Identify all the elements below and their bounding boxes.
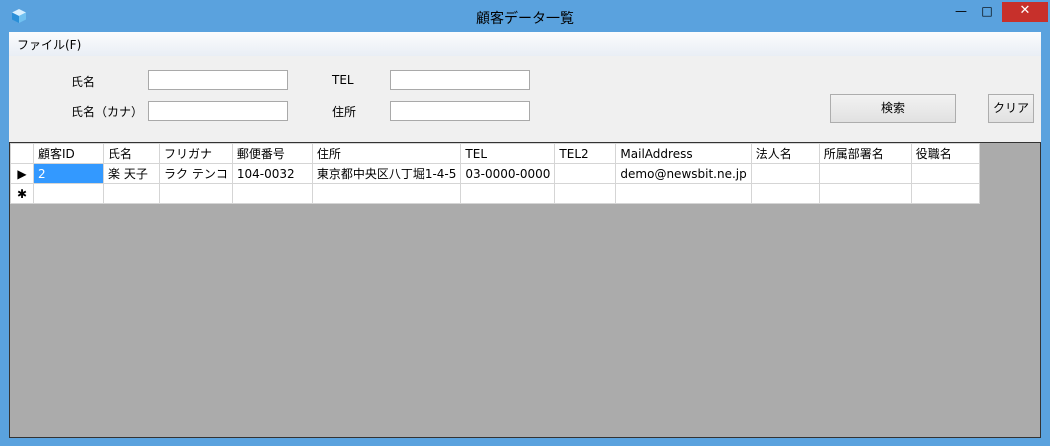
table-cell[interactable]: 楽 天子 [103, 163, 160, 184]
customer-grid[interactable]: 顧客ID 氏名 フリガナ 郵便番号 住所 TEL TEL2 MailAddres… [9, 142, 1041, 438]
column-header[interactable]: MailAddress [615, 143, 752, 164]
column-header[interactable]: 郵便番号 [231, 143, 313, 164]
name-label: 氏名 [71, 75, 96, 89]
column-header[interactable]: 法人名 [750, 143, 820, 164]
table-cell[interactable] [818, 183, 912, 204]
main-window: 顧客データ一覧 — □ ✕ ファイル(F) 氏名 氏名（カナ） TEL 住所 検… [0, 0, 1050, 446]
table-cell[interactable] [460, 183, 556, 204]
table-row[interactable]: ▶ 2 楽 天子 ラク テンコ 104-0032 東京都中央区八丁堀1-4-5 … [10, 163, 980, 184]
menu-file[interactable]: ファイル(F) [17, 36, 81, 53]
table-cell[interactable] [910, 183, 980, 204]
table-cell[interactable] [910, 163, 980, 184]
name-input[interactable] [148, 70, 288, 90]
close-button[interactable]: ✕ [1002, 2, 1048, 22]
column-header[interactable]: 役職名 [910, 143, 980, 164]
table-cell[interactable]: demo@newsbit.ne.jp [615, 163, 752, 184]
column-header[interactable]: TEL2 [554, 143, 617, 164]
table-cell[interactable] [554, 163, 617, 184]
address-label: 住所 [332, 105, 357, 119]
minimize-button[interactable]: — [948, 2, 974, 22]
column-header[interactable]: 氏名 [103, 143, 160, 164]
kana-label: 氏名（カナ） [71, 105, 144, 119]
corner-header[interactable] [10, 143, 34, 164]
table-cell[interactable] [231, 183, 313, 204]
clear-button[interactable]: クリア [988, 94, 1034, 123]
table-cell[interactable] [750, 183, 820, 204]
column-header[interactable]: フリガナ [159, 143, 233, 164]
new-row-indicator-icon[interactable]: ✱ [10, 183, 34, 204]
column-header[interactable]: 住所 [311, 143, 462, 164]
tel-input[interactable] [390, 70, 530, 90]
current-row-indicator-icon[interactable]: ▶ [10, 163, 34, 184]
table-cell[interactable] [750, 163, 820, 184]
tel-label: TEL [332, 73, 354, 87]
menu-bar: ファイル(F) [9, 32, 1041, 56]
table-cell[interactable]: 104-0032 [231, 163, 313, 184]
address-input[interactable] [390, 101, 530, 121]
table-cell[interactable]: 東京都中央区八丁堀1-4-5 [311, 163, 462, 184]
grid-table: 顧客ID 氏名 フリガナ 郵便番号 住所 TEL TEL2 MailAddres… [10, 143, 980, 204]
table-cell[interactable] [818, 163, 912, 184]
client-area: ファイル(F) 氏名 氏名（カナ） TEL 住所 検索 クリア 顧客ID 氏名 [9, 32, 1041, 438]
column-header[interactable]: 所属部署名 [818, 143, 912, 164]
table-cell[interactable] [311, 183, 462, 204]
table-cell[interactable] [554, 183, 617, 204]
title-bar[interactable]: 顧客データ一覧 — □ ✕ [1, 1, 1049, 32]
table-cell[interactable] [159, 183, 233, 204]
new-row[interactable]: ✱ [10, 183, 980, 204]
table-cell[interactable] [615, 183, 752, 204]
search-button[interactable]: 検索 [830, 94, 956, 123]
table-cell[interactable]: ラク テンコ [159, 163, 233, 184]
table-cell[interactable]: 2 [33, 163, 104, 184]
column-header[interactable]: 顧客ID [33, 143, 104, 164]
table-cell[interactable] [103, 183, 160, 204]
header-row: 顧客ID 氏名 フリガナ 郵便番号 住所 TEL TEL2 MailAddres… [10, 143, 980, 164]
table-cell[interactable] [33, 183, 104, 204]
maximize-button[interactable]: □ [974, 2, 1000, 22]
window-title: 顧客データ一覧 [476, 11, 574, 27]
column-header[interactable]: TEL [460, 143, 556, 164]
kana-input[interactable] [148, 101, 288, 121]
table-cell[interactable]: 03-0000-0000 [460, 163, 556, 184]
